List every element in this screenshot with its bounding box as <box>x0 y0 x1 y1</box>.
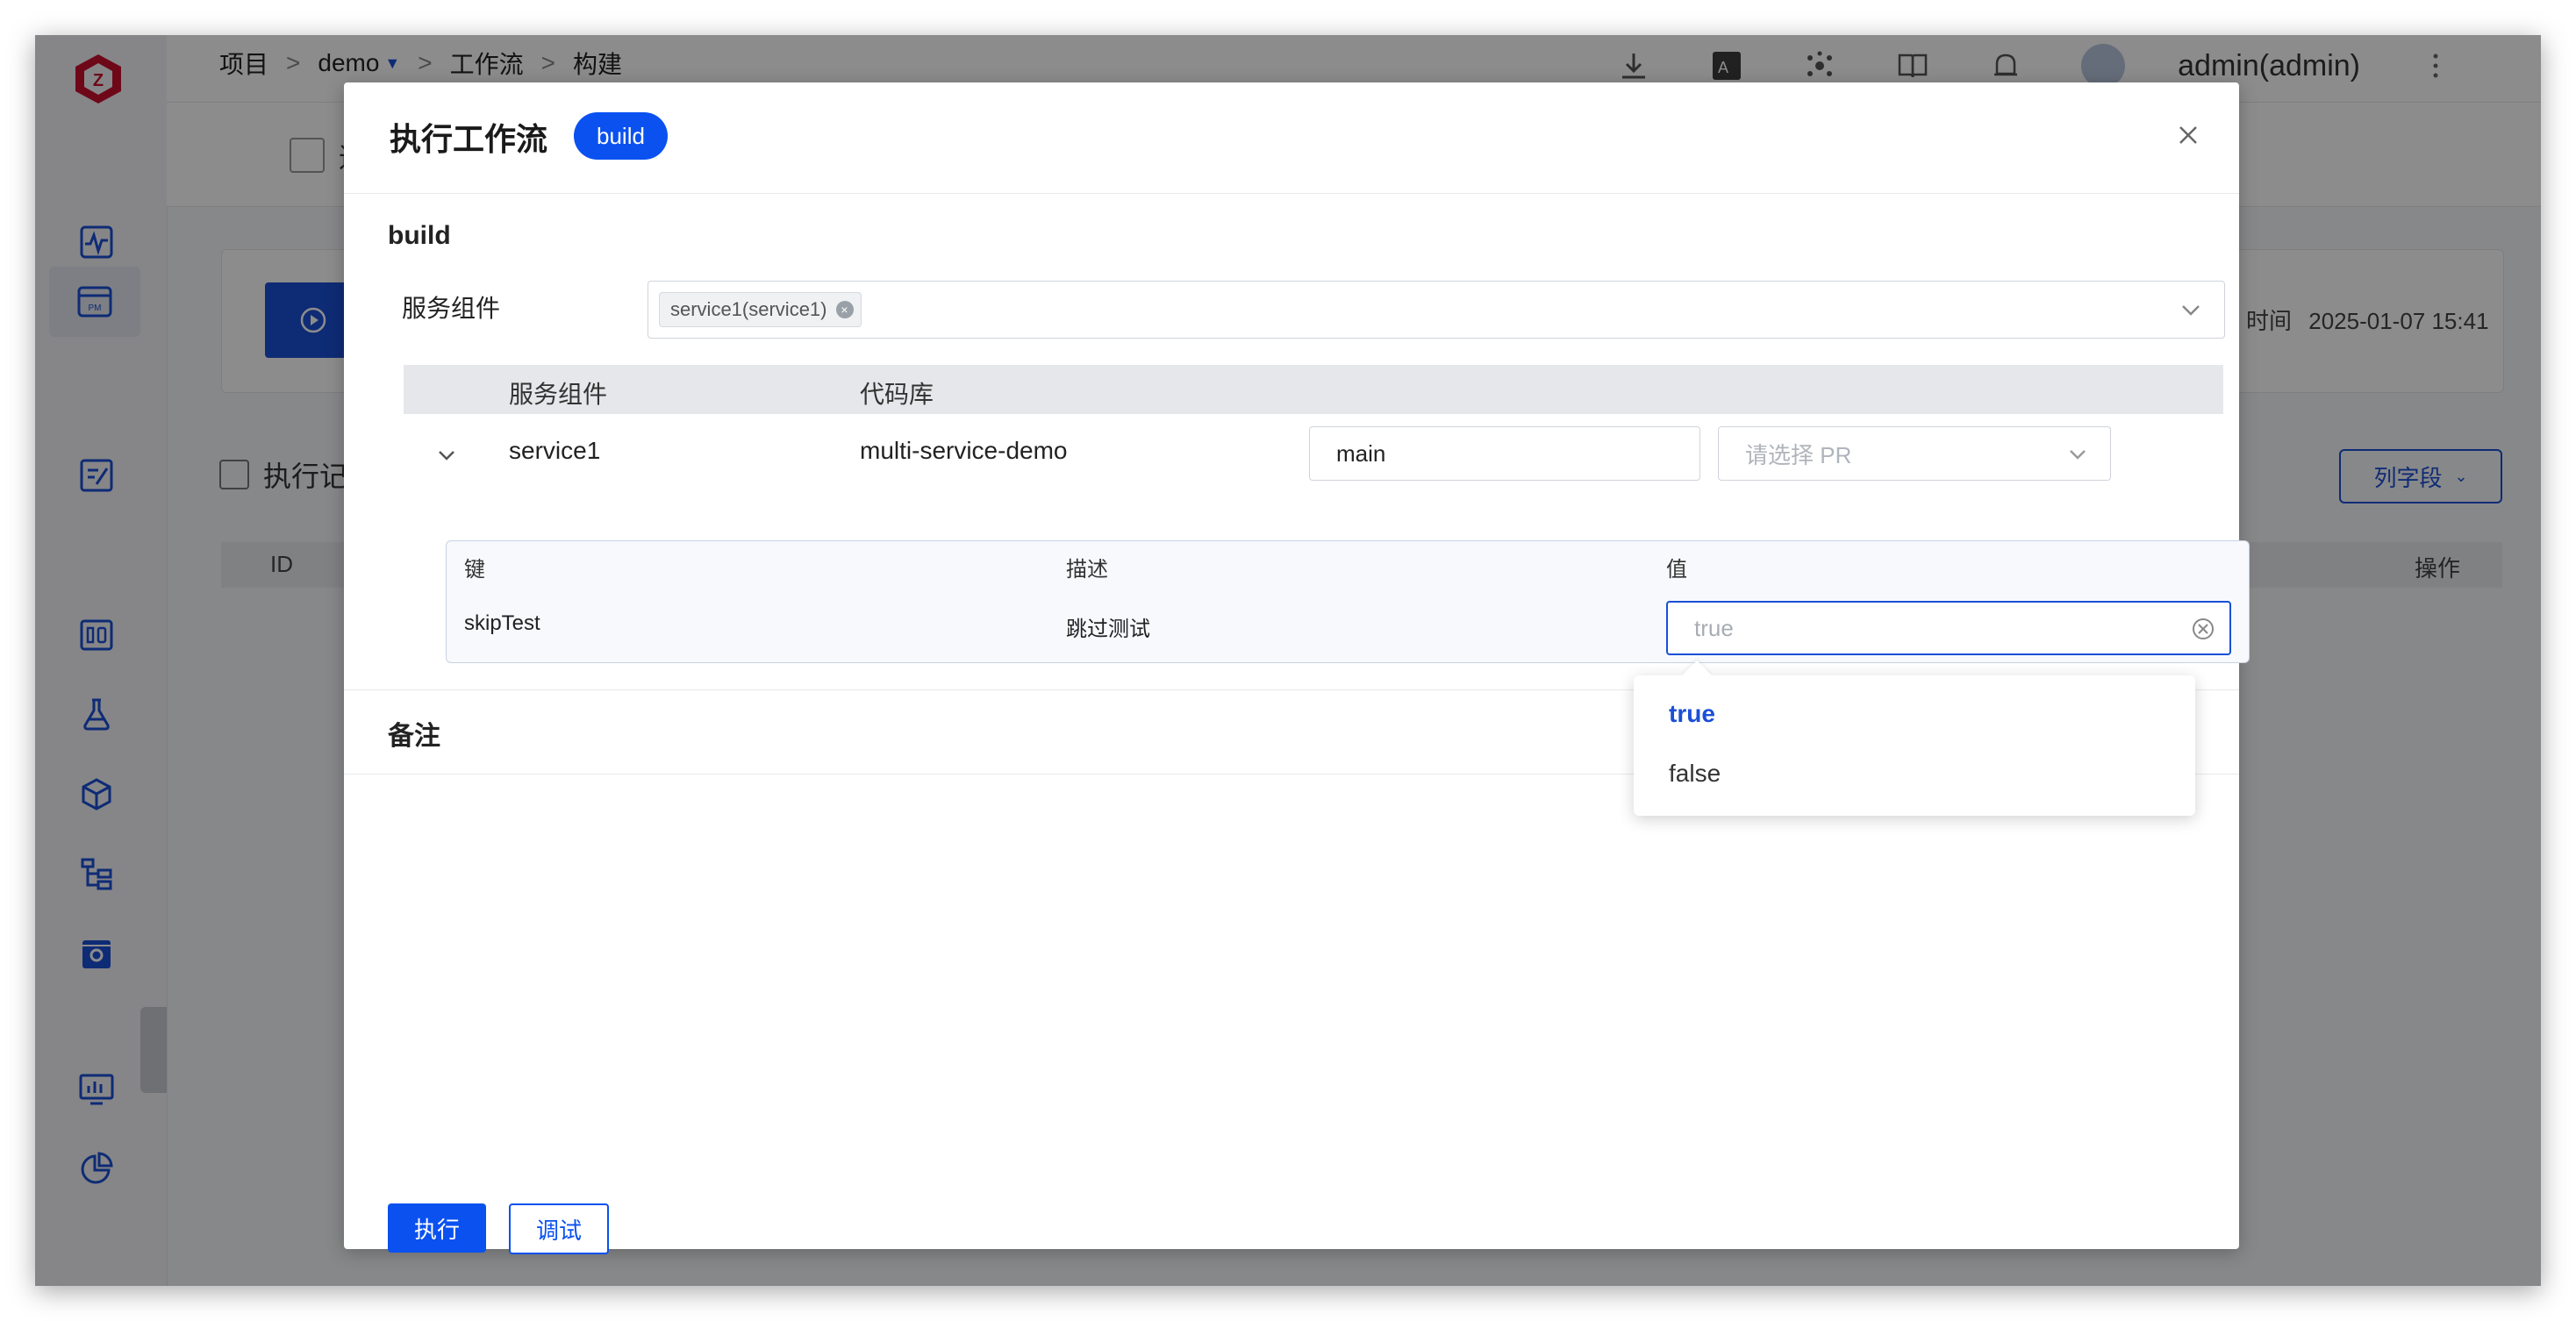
build-section-title: build <box>388 221 451 250</box>
param-key: skipTest <box>464 611 540 635</box>
remove-chip-icon[interactable]: × <box>835 301 854 318</box>
notes-label: 备注 <box>388 722 440 751</box>
col-repo: 代码库 <box>860 381 934 408</box>
pr-select[interactable]: 请选择 PR <box>1718 426 2111 481</box>
chevron-down-icon[interactable] <box>437 446 456 465</box>
param-key-header: 键 <box>464 558 485 582</box>
param-desc: 跳过测试 <box>1066 618 1150 641</box>
params-table: 键 描述 值 skipTest 跳过测试 true <box>446 540 2250 663</box>
option-true[interactable]: true <box>1669 700 1715 728</box>
execute-workflow-modal: 执行工作流 build build 服务组件 service1(service1… <box>344 82 2250 1254</box>
repo-name: multi-service-demo <box>860 437 1068 464</box>
service-chip: service1(service1) × <box>659 292 862 327</box>
branch-value: main <box>1336 439 1386 467</box>
param-value-header: 值 <box>1666 558 1687 582</box>
app-window: Z PM 项目 > demo ▼ > 工作流 > 构建 A admin(admi… <box>35 35 2541 1286</box>
modal-header: 执行工作流 build <box>344 82 2239 194</box>
service-label: 服务组件 <box>402 295 501 322</box>
modal-title: 执行工作流 <box>390 121 548 157</box>
pr-placeholder: 请选择 PR <box>1745 441 1852 468</box>
service-name: service1 <box>509 437 601 464</box>
close-icon[interactable] <box>2169 116 2207 154</box>
clear-icon[interactable] <box>2191 617 2215 641</box>
col-service: 服务组件 <box>509 381 608 408</box>
param-desc-header: 描述 <box>1066 558 1108 582</box>
chevron-down-icon <box>2070 450 2086 460</box>
value-dropdown: true false <box>1634 660 2195 816</box>
branch-input[interactable]: main <box>1309 426 1700 481</box>
param-value-select[interactable]: true <box>1666 601 2231 655</box>
param-value-placeholder: true <box>1694 615 1734 641</box>
dropdown-pointer <box>1682 660 1712 690</box>
debug-button[interactable]: 调试 <box>509 1203 609 1254</box>
service-chip-label: service1(service1) <box>670 298 827 320</box>
chevron-down-icon[interactable] <box>2180 299 2201 320</box>
service-select[interactable]: service1(service1) × <box>648 281 2225 339</box>
execute-button[interactable]: 执行 <box>388 1203 486 1253</box>
service-table-header: 服务组件 代码库 <box>404 365 2223 414</box>
workflow-tag: build <box>574 112 668 160</box>
option-false[interactable]: false <box>1669 760 1721 788</box>
